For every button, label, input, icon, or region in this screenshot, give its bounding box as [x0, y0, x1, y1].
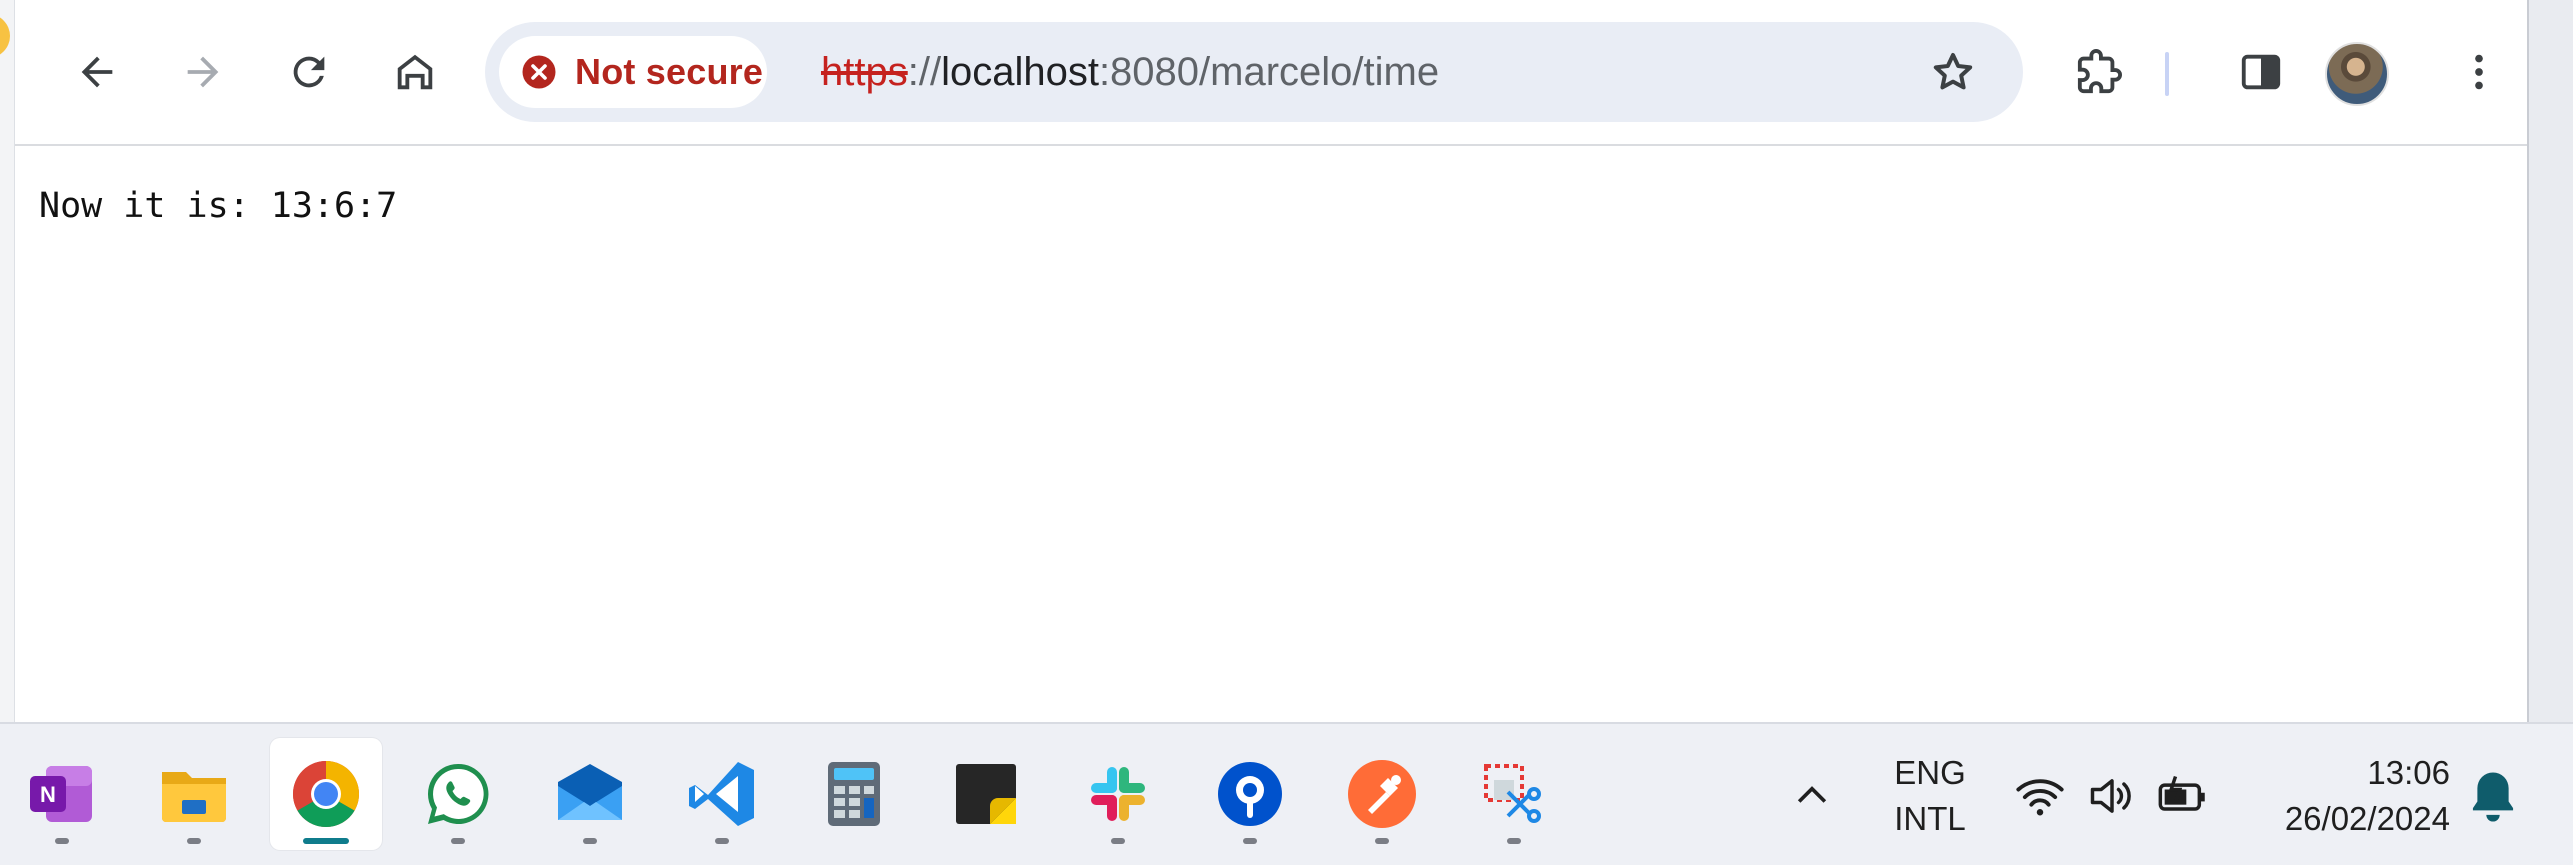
taskbar-app-snipping-tool[interactable] [1458, 738, 1570, 850]
desktop-edge [0, 0, 14, 722]
taskbar-app-file-explorer[interactable] [138, 738, 250, 850]
profile-avatar[interactable] [2325, 42, 2389, 106]
volume-icon[interactable] [2086, 770, 2138, 822]
taskbar-app-postman[interactable] [1326, 738, 1438, 850]
keyboard-layout: INTL [1894, 800, 1966, 837]
clock[interactable]: 13:06 26/02/2024 [2240, 750, 2450, 842]
clock-date: 26/02/2024 [2284, 800, 2450, 837]
sticky-notes-icon [950, 758, 1022, 830]
arrow-right-icon [187, 56, 219, 88]
postman-icon [1346, 758, 1418, 830]
slack-icon [1082, 758, 1154, 830]
more-menu-icon [2475, 54, 2483, 90]
notification-bell-icon[interactable] [2466, 768, 2520, 826]
home-button[interactable] [379, 36, 451, 108]
sourcetree-icon [1214, 758, 1286, 830]
onenote-icon: N [26, 758, 98, 830]
taskbar-app-sourcetree[interactable] [1194, 738, 1306, 850]
url-separator: :// [907, 50, 942, 94]
site-security-chip[interactable]: Not secure [499, 36, 767, 108]
taskbar-app-chrome[interactable] [270, 738, 382, 850]
home-icon [397, 54, 433, 90]
taskbar: N ENG INTL 13:06 26/02/2024 [0, 722, 2573, 865]
reload-button[interactable] [273, 36, 345, 108]
taskbar-app-calculator[interactable] [798, 738, 910, 850]
bookmark-star-icon [1933, 53, 1973, 90]
svg-text:N: N [40, 782, 56, 807]
show-hidden-icons-chevron-icon[interactable] [1790, 774, 1834, 818]
calculator-icon [818, 758, 890, 830]
url-scheme: https [821, 50, 908, 94]
language-code: ENG [1894, 754, 1966, 791]
address-bar[interactable]: Not secure https://localhost:8080/marcel… [485, 22, 2023, 122]
mail-icon [554, 758, 626, 830]
taskbar-app-slack[interactable] [1062, 738, 1174, 850]
more-menu-button[interactable] [2443, 36, 2515, 108]
reload-icon [293, 56, 325, 88]
vscode-icon [686, 758, 758, 830]
not-secure-icon [522, 55, 556, 89]
browser-window: Not secure https://localhost:8080/marcel… [14, 0, 2529, 722]
clock-time: 13:06 [2367, 754, 2450, 791]
bookmark-button[interactable] [1923, 42, 1983, 102]
url-path: :8080/marcelo/time [1098, 50, 1440, 94]
battery-charging-icon[interactable] [2156, 770, 2208, 822]
wifi-icon[interactable] [2014, 770, 2066, 822]
snipping-tool-icon [1478, 758, 1550, 830]
extensions-puzzle-icon [2077, 49, 2122, 94]
arrow-left-icon [81, 56, 113, 88]
side-panel-icon [2241, 54, 2281, 90]
taskbar-app-vscode[interactable] [666, 738, 778, 850]
forward-button[interactable] [167, 36, 239, 108]
back-button[interactable] [61, 36, 133, 108]
taskbar-app-whatsapp[interactable] [402, 738, 514, 850]
url-host: localhost [941, 50, 1099, 94]
taskbar-app-mail[interactable] [534, 738, 646, 850]
taskbar-app-sticky-notes[interactable] [930, 738, 1042, 850]
not-secure-label: Not secure [575, 51, 764, 92]
time-text: Now it is: 13:6:7 [39, 186, 398, 226]
taskbar-app-onenote[interactable]: N [6, 738, 118, 850]
side-panel-button[interactable] [2225, 36, 2297, 108]
language-indicator[interactable]: ENG INTL [1880, 750, 1980, 842]
whatsapp-icon [422, 758, 494, 830]
page-content: Now it is: 13:6:7 [15, 146, 2527, 722]
extensions-button[interactable] [2063, 36, 2135, 108]
browser-toolbar: Not secure https://localhost:8080/marcel… [15, 0, 2527, 146]
folder-icon [158, 758, 230, 830]
toolbar-divider [2165, 52, 2169, 96]
url-text[interactable]: https://localhost:8080/marcelo/time [821, 46, 1439, 98]
chrome-icon [290, 758, 362, 830]
